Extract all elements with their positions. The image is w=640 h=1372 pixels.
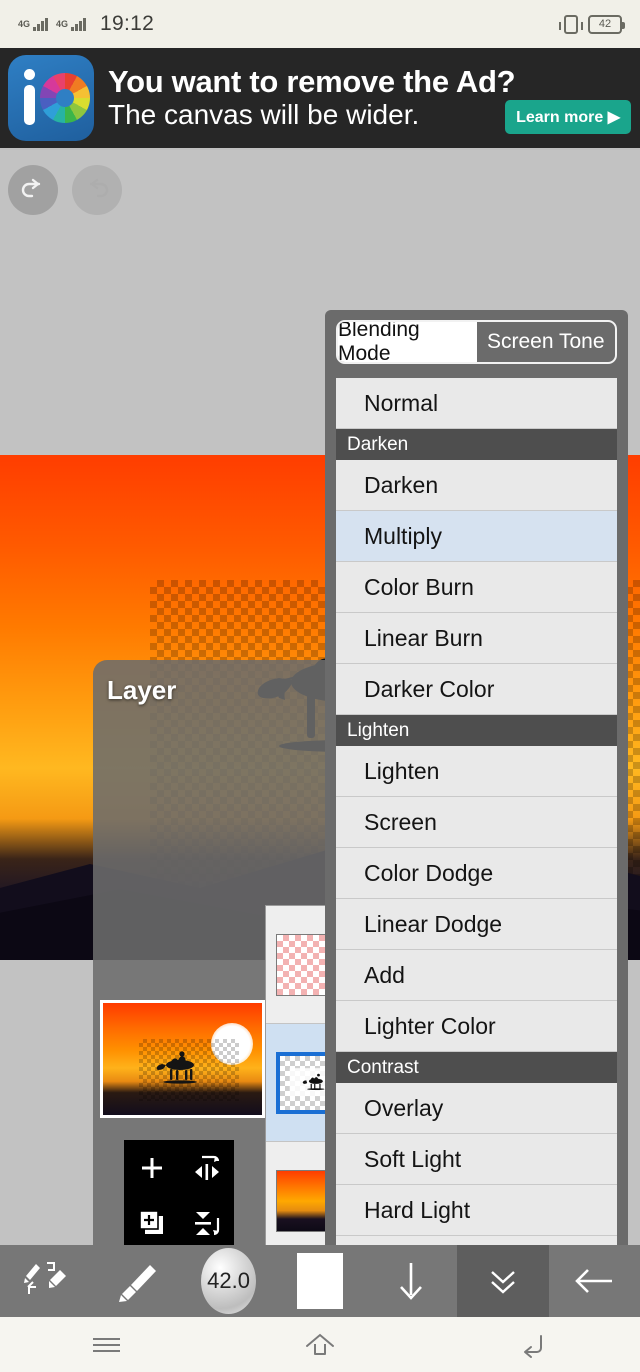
- brush-icon: [119, 1265, 157, 1302]
- signal-icon-1: 4G: [18, 17, 48, 31]
- blend-item-multiply[interactable]: Multiply: [336, 511, 617, 562]
- redo-icon: [89, 178, 109, 198]
- blend-item-linear-burn[interactable]: Linear Burn: [336, 613, 617, 664]
- blend-mode-list[interactable]: Normal Darken Darken Multiply Color Burn…: [336, 378, 617, 1245]
- brush-size-indicator: 42.0: [201, 1248, 257, 1314]
- blend-group-contrast: Contrast: [336, 1052, 617, 1083]
- blend-item-add[interactable]: Add: [336, 950, 617, 1001]
- flip-horizontal-icon: [194, 1155, 219, 1180]
- menu-icon: [93, 1334, 121, 1356]
- vibrate-icon: [559, 14, 583, 34]
- swap-brush-eraser-button[interactable]: [0, 1245, 91, 1317]
- blend-item-lighten[interactable]: Lighten: [336, 746, 617, 797]
- blend-item-screen[interactable]: Screen: [336, 797, 617, 848]
- blend-item-overlay[interactable]: Overlay: [336, 1083, 617, 1134]
- plus-icon: [141, 1157, 162, 1178]
- collapse-panel-button[interactable]: [457, 1245, 549, 1317]
- nav-back-button[interactable]: [427, 1330, 640, 1360]
- blend-item-darken[interactable]: Darken: [336, 460, 617, 511]
- color-swatch-button[interactable]: [274, 1245, 365, 1317]
- tab-blending-mode[interactable]: Blending Mode: [338, 322, 477, 362]
- blending-mode-popup[interactable]: Blending Mode Screen Tone Normal Darken …: [325, 310, 628, 1245]
- duplicate-layer-button[interactable]: [124, 1195, 179, 1245]
- brush-eraser-swap-icon: [23, 1262, 66, 1294]
- learn-more-button[interactable]: Learn more ▶: [505, 100, 631, 134]
- battery-icon: 42: [588, 14, 625, 34]
- ad-banner[interactable]: You want to remove the Ad? The canvas wi…: [0, 48, 640, 148]
- network-label-2: 4G: [56, 18, 69, 29]
- brush-tool-button[interactable]: [91, 1245, 182, 1317]
- blend-item-soft-light[interactable]: Soft Light: [336, 1134, 617, 1185]
- blend-item-darker-color[interactable]: Darker Color: [336, 664, 617, 715]
- status-right: 42: [559, 14, 625, 34]
- blend-item-color-burn[interactable]: Color Burn: [336, 562, 617, 613]
- undo-button[interactable]: [8, 165, 58, 215]
- blend-group-lighten: Lighten: [336, 715, 617, 746]
- duplicate-layer-icon: [138, 1209, 163, 1234]
- arrow-left-icon: [575, 1269, 613, 1293]
- canvas-workspace[interactable]: Layer Blending Mode Screen Tone Normal D…: [0, 150, 640, 1245]
- move-down-button[interactable]: [366, 1245, 457, 1317]
- arrow-down-icon: [400, 1263, 423, 1300]
- color-swatch-icon: [296, 1253, 343, 1309]
- blend-item-color-dodge[interactable]: Color Dodge: [336, 848, 617, 899]
- blend-item-hard-light[interactable]: Hard Light: [336, 1185, 617, 1236]
- blend-item-normal[interactable]: Normal: [336, 378, 617, 429]
- nav-home-button[interactable]: [213, 1330, 426, 1360]
- back-button[interactable]: [549, 1245, 640, 1317]
- layer-tools-grid[interactable]: [124, 1140, 234, 1245]
- clock: 19:12: [100, 12, 155, 35]
- back-icon: [524, 1334, 543, 1358]
- signal-icon-2: 4G: [56, 17, 86, 31]
- flip-vertical-icon: [194, 1211, 219, 1235]
- blend-popup-tabs[interactable]: Blending Mode Screen Tone: [336, 320, 617, 364]
- layer-preview-thumbnail[interactable]: [100, 1000, 265, 1118]
- double-chevron-down-icon: [491, 1271, 515, 1294]
- layer-panel-title: Layer: [107, 675, 177, 705]
- android-nav-bar[interactable]: [0, 1317, 640, 1372]
- home-icon: [305, 1333, 334, 1355]
- network-label-1: 4G: [18, 18, 31, 29]
- blend-item-linear-dodge[interactable]: Linear Dodge: [336, 899, 617, 950]
- status-bar: 4G 4G 19:12 42: [0, 0, 640, 48]
- blend-item-vivid-light[interactable]: Vivid Light: [336, 1236, 617, 1245]
- add-layer-button[interactable]: [124, 1140, 179, 1195]
- ad-headline: You want to remove the Ad?: [108, 63, 516, 99]
- undo-redo-group[interactable]: [8, 165, 122, 215]
- redo-button[interactable]: [72, 165, 122, 215]
- bottom-toolbar[interactable]: 42.0: [0, 1245, 640, 1317]
- flip-horizontal-button[interactable]: [179, 1140, 234, 1195]
- blend-group-darken: Darken: [336, 429, 617, 460]
- color-wheel-icon: [40, 73, 90, 123]
- camel-silhouette-thumb: [156, 1051, 197, 1084]
- flip-vertical-button[interactable]: [179, 1195, 234, 1245]
- blend-item-lighter-color[interactable]: Lighter Color: [336, 1001, 617, 1052]
- nav-recents-button[interactable]: [0, 1334, 213, 1356]
- undo-icon: [21, 178, 41, 198]
- brush-size-button[interactable]: 42.0: [183, 1245, 274, 1317]
- ibis-paint-logo: [8, 55, 94, 141]
- tab-screen-tone[interactable]: Screen Tone: [477, 322, 616, 362]
- status-left: 4G 4G 19:12: [18, 12, 564, 36]
